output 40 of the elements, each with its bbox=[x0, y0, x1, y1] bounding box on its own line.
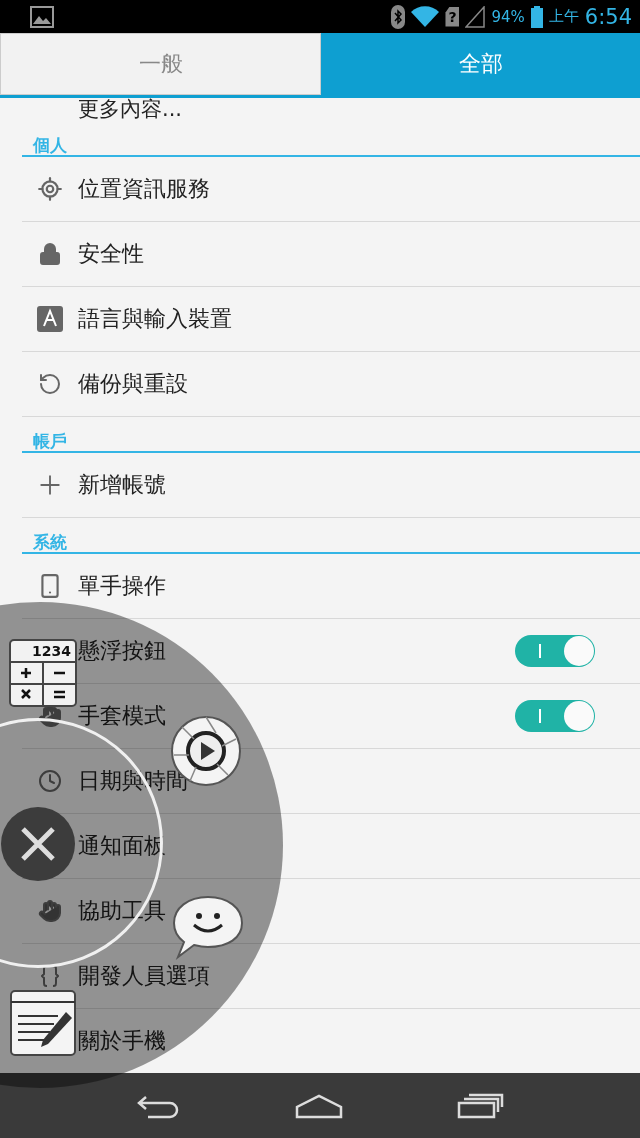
time-period: 上午 bbox=[548, 7, 579, 26]
home-icon[interactable] bbox=[294, 1092, 344, 1119]
recent-apps-icon[interactable] bbox=[456, 1092, 504, 1119]
sim-card-icon: ? bbox=[445, 6, 460, 27]
section-header: 個人 bbox=[22, 135, 640, 157]
settings-item[interactable]: 語言與輸入裝置 bbox=[78, 304, 640, 334]
battery-percentage: 94% bbox=[491, 7, 525, 26]
toggle-switch[interactable] bbox=[515, 635, 595, 667]
settings-item[interactable]: 開發人員選項 bbox=[78, 961, 640, 991]
close-button[interactable] bbox=[0, 806, 76, 882]
settings-item[interactable]: 備份與重設 bbox=[78, 369, 640, 399]
settings-item[interactable]: 關於手機 bbox=[78, 1026, 640, 1056]
tab[interactable]: 一般 bbox=[0, 33, 321, 95]
clock-time: 6:54 bbox=[584, 4, 632, 29]
bluetooth-icon bbox=[391, 4, 406, 29]
calculator-button[interactable]: 1234 bbox=[9, 639, 77, 707]
clock-icon bbox=[38, 769, 62, 793]
wifi-icon bbox=[411, 5, 440, 28]
toggle-switch[interactable] bbox=[515, 700, 595, 732]
lock-icon bbox=[38, 242, 62, 266]
settings-item[interactable]: 安全性 bbox=[78, 239, 640, 269]
settings-item[interactable]: 懸浮按鈕 bbox=[78, 636, 515, 666]
letter-a-icon bbox=[37, 306, 63, 332]
section-header: 系統 bbox=[22, 532, 640, 554]
restore-icon bbox=[38, 372, 62, 396]
location-icon bbox=[37, 176, 63, 202]
braces-icon bbox=[41, 965, 59, 987]
battery-icon bbox=[530, 5, 543, 28]
settings-item[interactable]: 手套模式 bbox=[78, 701, 515, 731]
section-header: 帳戶 bbox=[22, 431, 640, 453]
hand-icon bbox=[38, 899, 62, 923]
settings-item[interactable]: 更多內容... bbox=[0, 98, 640, 121]
settings-item[interactable]: 單手操作 bbox=[78, 571, 640, 601]
signal-icon bbox=[465, 5, 486, 28]
notes-button[interactable] bbox=[10, 990, 76, 1056]
settings-item[interactable]: 新增帳號 bbox=[78, 470, 640, 500]
tab[interactable]: 全部 bbox=[321, 33, 640, 95]
settings-item[interactable]: 位置資訊服務 bbox=[78, 174, 640, 204]
image-icon bbox=[30, 5, 54, 28]
chat-bubble-button[interactable] bbox=[172, 895, 244, 961]
